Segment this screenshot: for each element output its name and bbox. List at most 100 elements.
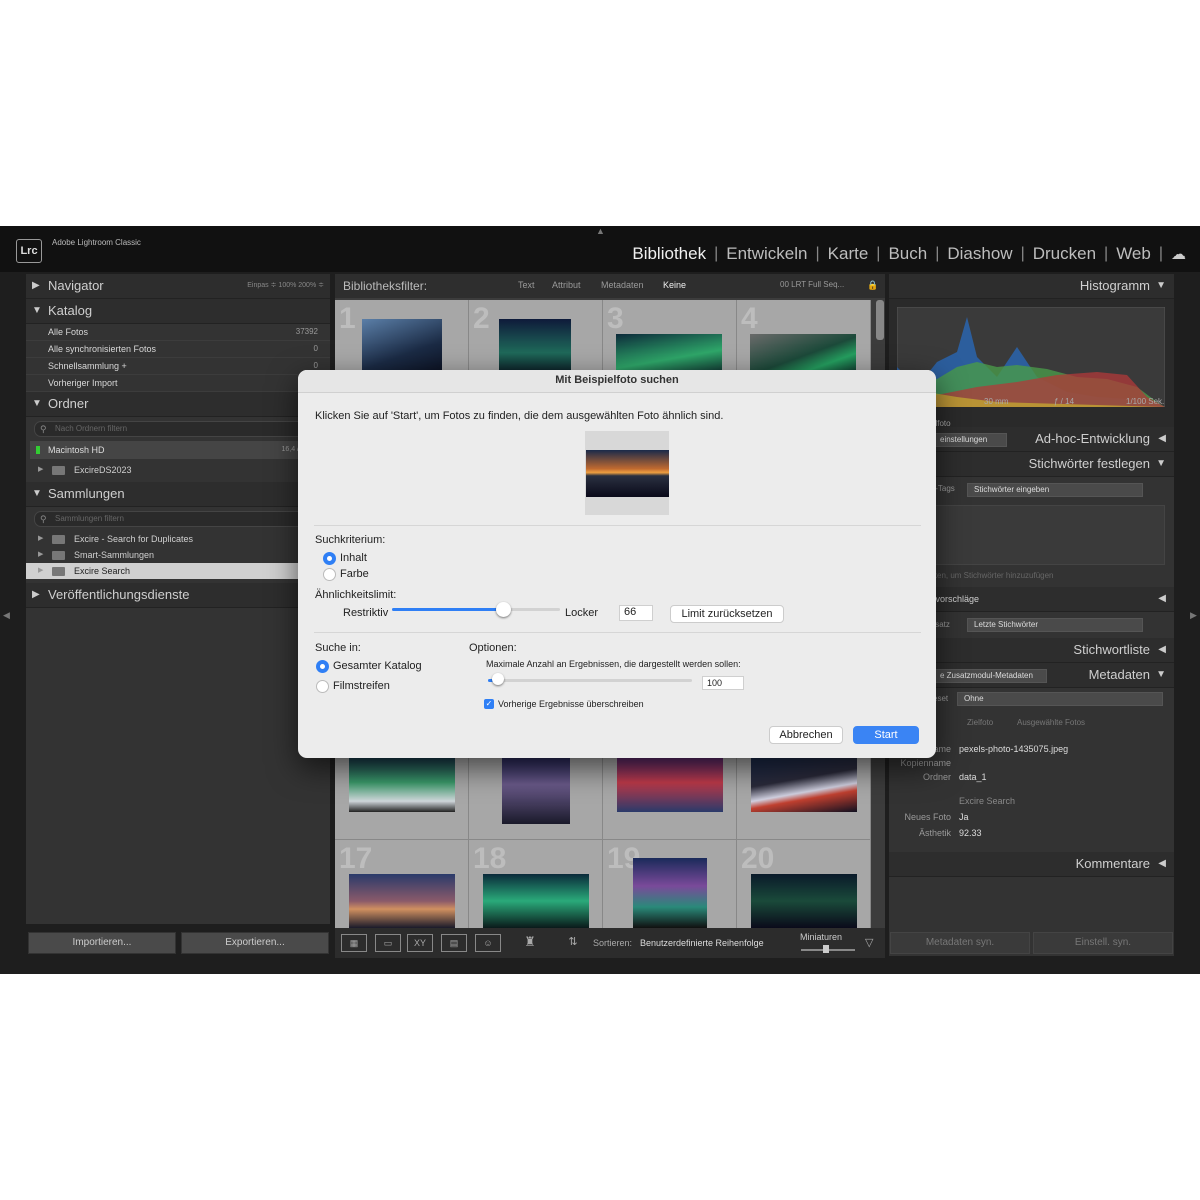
module-web[interactable]: Web <box>1108 244 1159 264</box>
photo-thumbnail[interactable] <box>499 319 571 375</box>
module-print[interactable]: Drucken <box>1025 244 1104 264</box>
search-in-option-filmstrip[interactable]: Filmstreifen <box>333 680 390 692</box>
left-panel-toggle-icon[interactable]: ◀ <box>3 610 10 621</box>
collections-header[interactable]: ▼ Sammlungen <box>26 482 330 507</box>
max-results-slider-knob[interactable] <box>492 673 505 685</box>
overwrite-checkbox[interactable]: ✓ <box>484 699 494 709</box>
grid-cell[interactable]: 18 <box>469 840 603 940</box>
toolbar-options-icon[interactable]: ▽ <box>865 936 873 949</box>
navigator-header[interactable]: ▶ Navigator Einpas ≑ 100% 200% ≑ <box>26 274 330 299</box>
filter-preset-select[interactable]: 00 LRT Full Seq... <box>780 280 844 289</box>
target-photo-toggle[interactable]: Zielfoto <box>967 718 993 727</box>
app-name: Adobe Lightroom Classic <box>52 238 141 247</box>
people-view-icon[interactable]: ☺ <box>475 934 501 952</box>
grid-cell[interactable]: 20 <box>737 840 871 940</box>
filter-tab-text[interactable]: Text <box>518 280 535 290</box>
survey-view-icon[interactable]: ▤ <box>441 934 467 952</box>
collection-item-excire-search[interactable]: ▶Excire Search34 <box>26 563 330 579</box>
photo-thumbnail[interactable] <box>633 858 707 928</box>
photo-thumbnail[interactable] <box>751 874 857 928</box>
thumbnail-size-handle[interactable] <box>823 945 829 953</box>
loupe-view-icon[interactable]: ▭ <box>375 934 401 952</box>
similarity-value-input[interactable]: 66 <box>619 605 653 621</box>
filename-field[interactable]: pexels-photo-1435075.jpeg <box>959 744 1068 754</box>
import-button[interactable]: Importieren... <box>28 932 176 954</box>
collection-item-duplicates[interactable]: ▶ Excire - Search for Duplicates <box>26 531 330 547</box>
start-button[interactable]: Start <box>853 726 919 744</box>
catalog-header[interactable]: ▼ Katalog <box>26 299 330 324</box>
compare-view-icon[interactable]: XY <box>407 934 433 952</box>
grid-view-icon[interactable]: ▦ <box>341 934 367 952</box>
right-panel-toggle-icon[interactable]: ▶ <box>1190 610 1197 621</box>
comments-header[interactable]: Kommentare ◀ <box>889 852 1174 877</box>
photo-thumbnail[interactable] <box>617 758 723 812</box>
sync-metadata-button[interactable]: Metadaten syn. <box>890 932 1030 954</box>
filter-tab-metadata[interactable]: Metadaten <box>601 280 644 290</box>
navigator-zoom-options[interactable]: Einpas ≑ 100% 200% ≑ <box>247 274 324 298</box>
photo-thumbnail[interactable] <box>349 874 455 928</box>
module-library[interactable]: Bibliothek <box>624 244 714 264</box>
sync-settings-button[interactable]: Einstell. syn. <box>1033 932 1173 954</box>
search-in-radio-filmstrip[interactable] <box>316 680 329 693</box>
publish-services-header[interactable]: ▶ Veröffentlichungsdienste <box>26 583 330 608</box>
saved-preset-select[interactable]: einstellungen <box>933 433 1007 447</box>
photo-thumbnail[interactable] <box>349 758 455 812</box>
keyword-textarea[interactable] <box>933 505 1165 565</box>
lock-icon[interactable]: 🔒 <box>867 280 878 291</box>
grid-scrollbar[interactable] <box>876 300 884 340</box>
folders-header[interactable]: ▼ Ordner <box>26 392 330 417</box>
keyword-set-select[interactable]: Letzte Stichwörter <box>967 618 1143 632</box>
collection-icon <box>52 567 65 576</box>
reset-limit-button[interactable]: Limit zurücksetzen <box>670 605 784 623</box>
module-slideshow[interactable]: Diashow <box>939 244 1020 264</box>
catalog-item-synced[interactable]: Alle synchronisierten Fotos 0 <box>26 341 330 358</box>
metadata-plugin-select[interactable]: e Zusatzmodul-Metadaten <box>933 669 1047 683</box>
sample-photo-frame <box>585 431 669 515</box>
photo-thumbnail[interactable] <box>751 758 857 812</box>
photo-thumbnail[interactable] <box>483 874 589 928</box>
module-develop[interactable]: Entwickeln <box>718 244 815 264</box>
criterion-radio-color[interactable] <box>323 568 336 581</box>
criterion-option-content[interactable]: Inhalt <box>340 552 367 564</box>
expand-icon: ◀ <box>1158 433 1166 444</box>
selected-photos-toggle[interactable]: Ausgewählte Fotos <box>1017 718 1085 727</box>
keyword-tags-select[interactable]: Stichwörter eingeben <box>967 483 1143 497</box>
grid-cell[interactable]: 17 <box>335 840 469 940</box>
catalog-item-previous-import[interactable]: Vorheriger Import <box>26 375 330 392</box>
photo-thumbnail[interactable] <box>502 758 570 824</box>
drive-row[interactable]: Macintosh HD16,4 / 500 G <box>30 441 326 459</box>
folder-row[interactable]: ▶ExcireDS20233 <box>26 462 330 478</box>
folder-filter-input[interactable]: ⚲ Nach Ordnern filtern <box>34 421 322 437</box>
cloud-icon[interactable]: ☁ <box>1171 245 1186 263</box>
similarity-slider-knob[interactable] <box>495 602 511 617</box>
export-button[interactable]: Exportieren... <box>181 932 329 954</box>
photo-thumbnail[interactable] <box>362 319 442 375</box>
dialog-title: Mit Beispielfoto suchen <box>555 374 679 386</box>
catalog-item-quick-collection[interactable]: Schnellsammlung +0 <box>26 358 330 375</box>
search-in-option-catalog[interactable]: Gesamter Katalog <box>333 660 422 672</box>
grid-cell[interactable]: 19 <box>603 840 737 940</box>
collection-filter-input[interactable]: ⚲ Sammlungen filtern <box>34 511 322 527</box>
filter-tab-attribute[interactable]: Attribut <box>552 280 581 290</box>
top-panel-toggle-icon[interactable]: ▲ <box>596 226 605 236</box>
sort-select[interactable]: Benutzerdefinierte Reihenfolge <box>640 938 764 948</box>
folder-field[interactable]: data_1 <box>959 772 987 782</box>
module-picker: Bibliothek | Entwickeln | Karte | Buch | Dia… <box>624 244 1186 264</box>
criterion-option-color[interactable]: Farbe <box>340 568 369 580</box>
module-map[interactable]: Karte <box>820 244 877 264</box>
overwrite-label[interactable]: Vorherige Ergebnisse überschreiben <box>498 699 644 709</box>
criterion-radio-content[interactable] <box>323 552 336 565</box>
max-results-slider[interactable] <box>488 679 692 682</box>
module-book[interactable]: Buch <box>880 244 935 264</box>
histogram-header[interactable]: Histogramm ▼ <box>889 274 1174 299</box>
search-in-radio-catalog[interactable] <box>316 660 329 673</box>
similarity-label: Ähnlichkeitslimit: <box>315 589 397 601</box>
collection-item-smart[interactable]: ▶ Smart-Sammlungen <box>26 547 330 563</box>
filter-tab-none[interactable]: Keine <box>663 280 686 290</box>
catalog-item-all-photos[interactable]: Alle Fotos 37392 <box>26 324 330 341</box>
max-results-input[interactable]: 100 <box>702 676 744 690</box>
metadata-preset-select[interactable]: Ohne <box>957 692 1163 706</box>
sort-direction-icon[interactable]: ⇅ <box>561 934 585 950</box>
cancel-button[interactable]: Abbrechen <box>769 726 843 744</box>
painter-icon[interactable]: ♜ <box>523 934 537 950</box>
